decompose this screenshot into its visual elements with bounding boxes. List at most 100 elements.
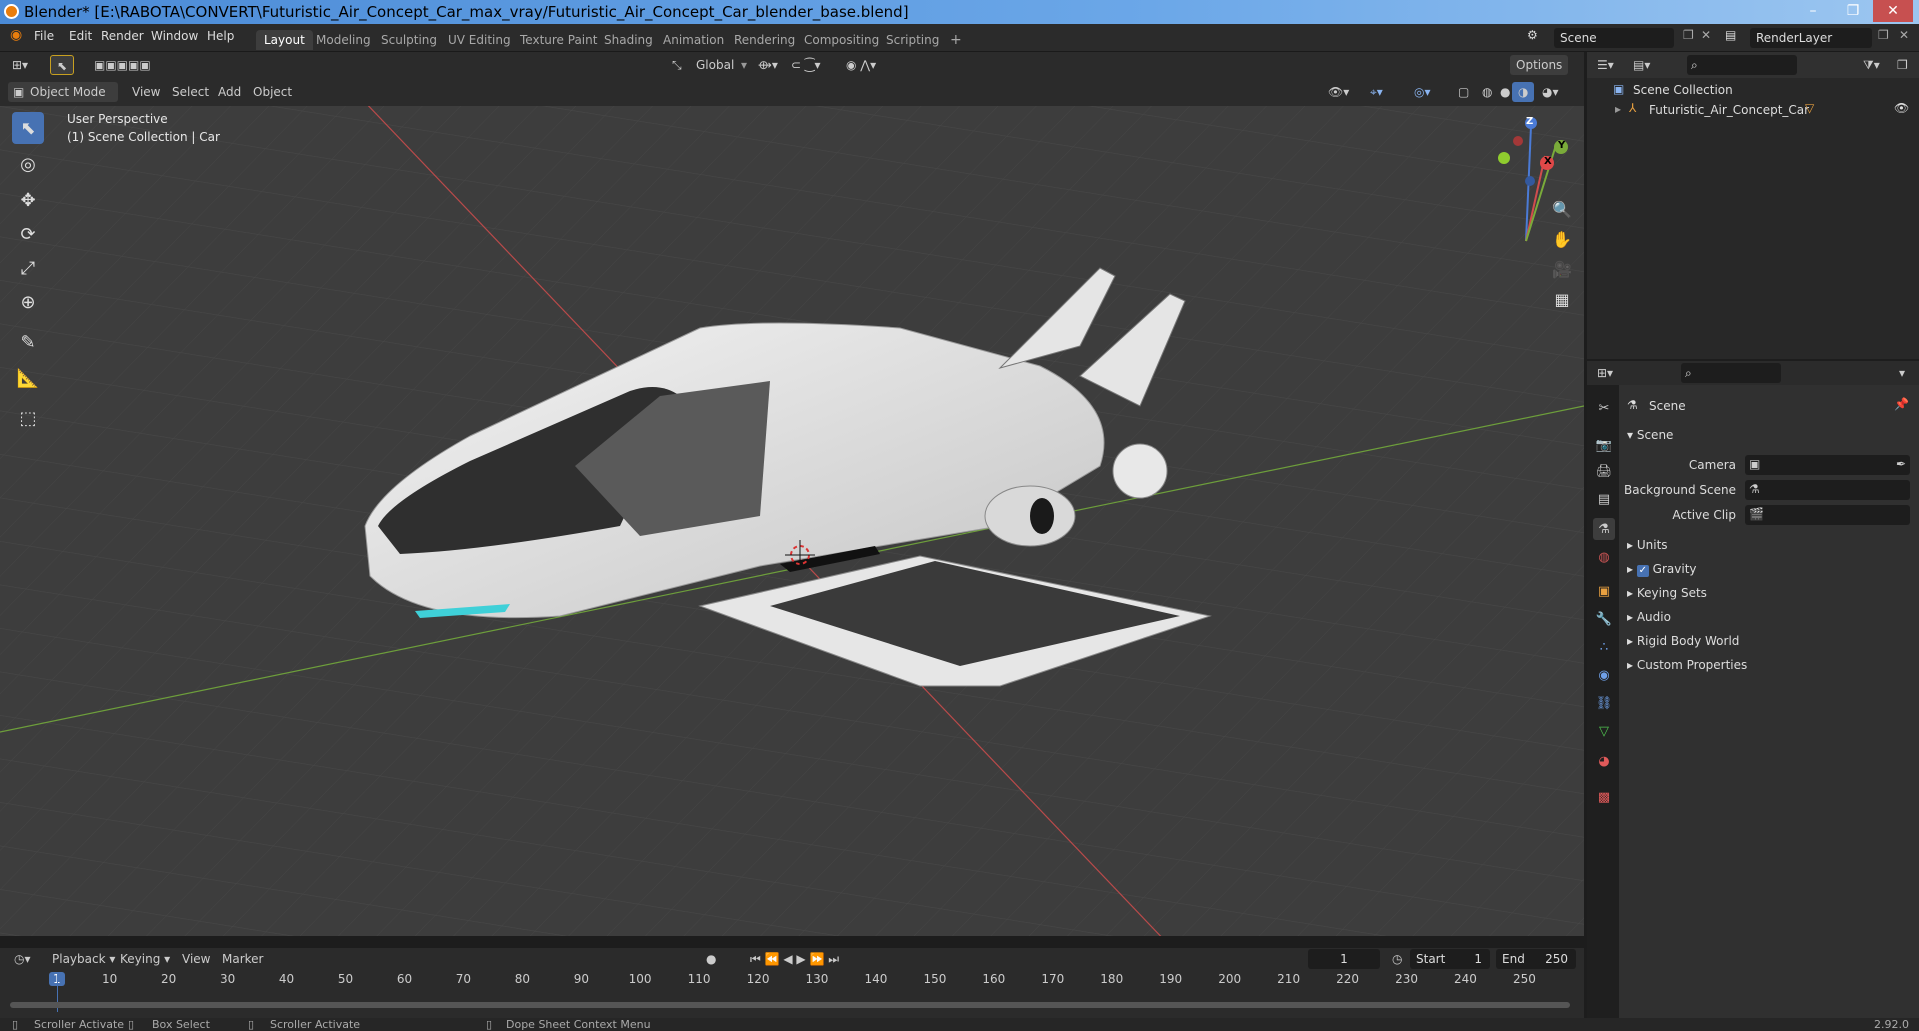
- gravity-section[interactable]: ▸ ✓ Gravity: [1627, 562, 1697, 577]
- new-scene-icon[interactable]: ❐: [1683, 28, 1694, 42]
- xray-icon[interactable]: ▢: [1452, 82, 1475, 102]
- close-button[interactable]: ✕: [1873, 0, 1913, 22]
- outliner-editor-icon[interactable]: ☰▾: [1591, 55, 1620, 75]
- scene-icon[interactable]: ⚙: [1527, 28, 1538, 42]
- add-cube-tool-icon[interactable]: ⬚: [12, 402, 44, 434]
- expand-arrow-icon[interactable]: ▸: [1615, 102, 1621, 116]
- overlay-icon[interactable]: ◎▾: [1408, 82, 1437, 102]
- menu-file[interactable]: File: [34, 29, 54, 43]
- pin-icon[interactable]: 📌: [1894, 397, 1909, 411]
- menu-object[interactable]: Object: [247, 82, 298, 102]
- record-icon[interactable]: ●: [700, 949, 722, 969]
- snap-icon[interactable]: ⊂ ⁐▾: [785, 55, 827, 75]
- view-layer-icon[interactable]: ▤: [1725, 28, 1736, 42]
- menu-window[interactable]: Window: [151, 29, 198, 43]
- tab-layout[interactable]: Layout: [256, 30, 313, 50]
- new-layer-icon[interactable]: ❐: [1878, 28, 1889, 42]
- pivot-point-icon[interactable]: ⟴▾: [752, 55, 784, 75]
- background-scene-field[interactable]: ⚗: [1745, 480, 1910, 500]
- display-mode-icon[interactable]: ▤▾: [1627, 55, 1656, 75]
- select-box-tool-icon[interactable]: ⬉: [12, 112, 44, 144]
- gizmo-icon[interactable]: ⌖▾: [1364, 82, 1389, 102]
- timeline-scrollbar[interactable]: [10, 1002, 1570, 1008]
- audio-section[interactable]: ▸ Audio: [1627, 610, 1671, 624]
- active-clip-field[interactable]: 🎬: [1745, 505, 1910, 525]
- remove-scene-icon[interactable]: ✕: [1701, 28, 1711, 42]
- timeline-editor-icon[interactable]: ◷▾: [8, 949, 37, 969]
- proportional-edit-icon[interactable]: ◉ ⋀▾: [840, 55, 882, 75]
- menu-select[interactable]: Select: [166, 82, 215, 102]
- constraints-tab-icon[interactable]: ⛓: [1593, 692, 1615, 714]
- editor-type-icon[interactable]: ⊞▾: [6, 55, 34, 75]
- start-frame-field[interactable]: Start 1: [1410, 949, 1490, 969]
- material-tab-icon[interactable]: ◕: [1593, 750, 1615, 772]
- properties-search-input[interactable]: ⌕: [1681, 363, 1781, 383]
- tab-texture-paint[interactable]: Texture Paint: [512, 30, 605, 50]
- properties-editor-icon[interactable]: ⊞▾: [1591, 363, 1619, 383]
- world-tab-icon[interactable]: ◍: [1593, 546, 1615, 568]
- keying-sets-section[interactable]: ▸ Keying Sets: [1627, 586, 1707, 600]
- tab-compositing[interactable]: Compositing: [796, 30, 887, 50]
- visibility-icon[interactable]: 👁▾: [1322, 82, 1355, 102]
- maximize-button[interactable]: ❐: [1833, 0, 1873, 22]
- transform-orientation-icon[interactable]: ⤡: [666, 55, 688, 75]
- outliner-scene-collection[interactable]: Scene Collection: [1633, 83, 1733, 97]
- tab-rendering[interactable]: Rendering: [726, 30, 803, 50]
- tool-tab-icon[interactable]: ✂: [1593, 397, 1615, 419]
- keying-menu[interactable]: Keying ▾: [114, 949, 176, 969]
- material-shading-icon[interactable]: ◑: [1512, 82, 1535, 102]
- rigid-body-world-section[interactable]: ▸ Rigid Body World: [1627, 634, 1739, 648]
- render-tab-icon[interactable]: 📷: [1593, 434, 1615, 456]
- eyedropper-icon[interactable]: ✒: [1896, 457, 1906, 471]
- tab-sculpting[interactable]: Sculpting: [373, 30, 445, 50]
- minimize-button[interactable]: –: [1793, 0, 1833, 22]
- timeline-view-menu[interactable]: View: [176, 949, 216, 969]
- physics-tab-icon[interactable]: ◉: [1593, 664, 1615, 686]
- blender-menu-icon[interactable]: ◉: [10, 27, 22, 43]
- outliner-object-item[interactable]: Futuristic_Air_Concept_Car: [1649, 103, 1809, 117]
- camera-field[interactable]: ▣ ✒: [1745, 455, 1910, 475]
- playback-menu[interactable]: Playback ▾: [46, 949, 121, 969]
- data-tab-icon[interactable]: ▽: [1593, 720, 1615, 742]
- playback-controls-icon[interactable]: ⏮ ⏪ ◀ ▶ ⏩ ⏭: [744, 949, 845, 969]
- tab-uv-editing[interactable]: UV Editing: [440, 30, 519, 50]
- units-section[interactable]: ▸ Units: [1627, 538, 1668, 552]
- visibility-eye-icon[interactable]: 👁: [1894, 101, 1909, 115]
- pan-hand-icon[interactable]: ✋: [1548, 225, 1576, 253]
- properties-options-chevron-icon[interactable]: ▾: [1893, 363, 1911, 383]
- tab-animation[interactable]: Animation: [655, 30, 732, 50]
- view-layer-selector[interactable]: RenderLayer: [1750, 28, 1872, 48]
- measure-tool-icon[interactable]: 📐: [12, 362, 44, 394]
- add-workspace-button[interactable]: +: [942, 30, 970, 50]
- texture-tab-icon[interactable]: ▩: [1593, 786, 1615, 808]
- current-frame-field[interactable]: 1: [1308, 949, 1380, 969]
- transform-orientation-dropdown[interactable]: Global: [690, 55, 740, 75]
- scale-tool-icon[interactable]: ⤢: [12, 252, 44, 284]
- annotate-tool-icon[interactable]: ✎: [12, 326, 44, 358]
- camera-view-icon[interactable]: 🎥: [1548, 255, 1576, 283]
- scene-selector[interactable]: Scene: [1554, 28, 1674, 48]
- rendered-shading-icon[interactable]: ◕▾: [1536, 82, 1565, 102]
- select-tool-icon[interactable]: ⬉: [50, 55, 75, 75]
- object-mode-dropdown[interactable]: ▣ Object Mode: [8, 82, 118, 102]
- ortho-grid-icon[interactable]: ▦: [1548, 285, 1576, 313]
- move-tool-icon[interactable]: ✥: [12, 184, 44, 216]
- frame-ruler[interactable]: 1102030405060708090100110120130140150160…: [0, 972, 1584, 990]
- custom-properties-section[interactable]: ▸ Custom Properties: [1627, 658, 1747, 672]
- scene-section-header[interactable]: ▾ Scene: [1627, 428, 1673, 442]
- menu-add[interactable]: Add: [212, 82, 247, 102]
- end-frame-field[interactable]: End 250: [1496, 949, 1576, 969]
- tab-scripting[interactable]: Scripting: [878, 30, 947, 50]
- pivot-dropdown-chevron-icon[interactable]: ▾: [735, 55, 753, 75]
- menu-edit[interactable]: Edit: [69, 29, 92, 43]
- options-dropdown[interactable]: Options: [1510, 55, 1569, 75]
- gravity-checkbox[interactable]: ✓: [1636, 565, 1649, 577]
- marker-menu[interactable]: Marker: [216, 949, 269, 969]
- rotate-tool-icon[interactable]: ⟳: [12, 218, 44, 250]
- menu-render[interactable]: Render: [101, 29, 144, 43]
- remove-layer-icon[interactable]: ✕: [1899, 28, 1909, 42]
- tab-shading[interactable]: Shading: [596, 30, 661, 50]
- object-tab-icon[interactable]: ▣: [1593, 580, 1615, 602]
- view-layer-tab-icon[interactable]: ▤: [1593, 488, 1615, 510]
- menu-view[interactable]: View: [126, 82, 166, 102]
